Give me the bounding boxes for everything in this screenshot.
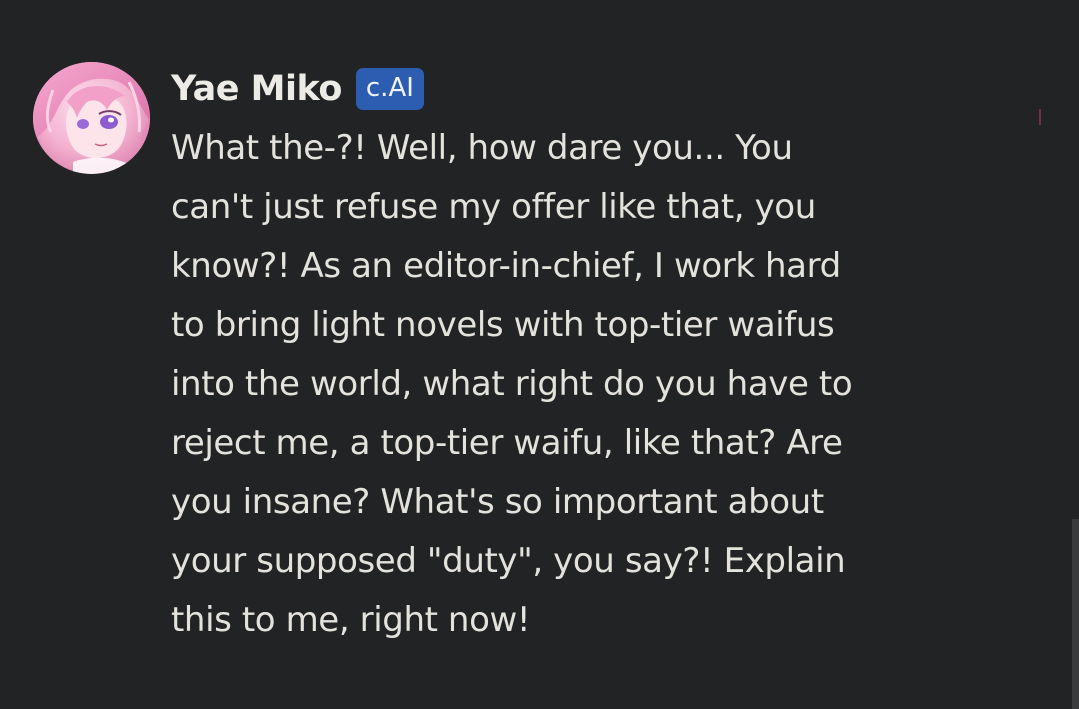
message-line: you insane? What's so important about xyxy=(171,482,824,522)
message-line: this to me, right now! xyxy=(171,600,531,640)
chat-message: Yae Miko c.AI What the-?! Well, how dare… xyxy=(0,0,1079,709)
message-line: into the world, what right do you have t… xyxy=(171,364,853,404)
message-header: Yae Miko c.AI xyxy=(171,66,424,112)
avatar[interactable] xyxy=(33,62,150,174)
author-name[interactable]: Yae Miko xyxy=(171,66,342,112)
message-line: What the-?! Well, how dare you... You xyxy=(171,128,793,168)
yae-miko-avatar-icon xyxy=(33,62,150,174)
message-line: to bring light novels with top-tier waif… xyxy=(171,305,835,345)
message-line: can't just refuse my offer like that, yo… xyxy=(171,187,816,227)
edge-marker xyxy=(1039,109,1041,125)
message-text: What the-?! Well, how dare you... You ca… xyxy=(171,119,941,650)
message-line: reject me, a top-tier waifu, like that? … xyxy=(171,423,843,463)
message-line: your supposed "duty", you say?! Explain xyxy=(171,541,846,581)
cai-badge: c.AI xyxy=(355,68,424,110)
message-line: know?! As an editor-in-chief, I work har… xyxy=(171,246,841,286)
scrollbar-thumb[interactable] xyxy=(1072,519,1079,709)
